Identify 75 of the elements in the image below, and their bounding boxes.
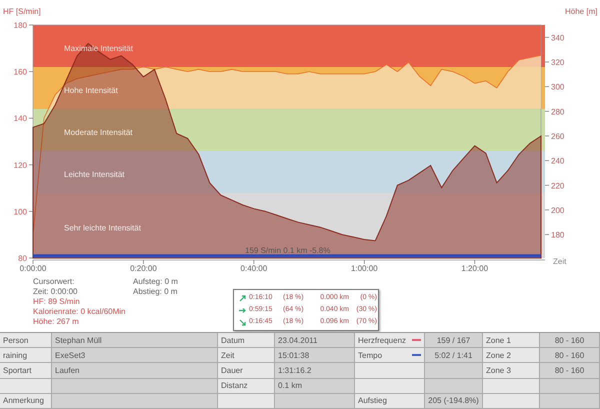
- arrow-down-icon: [239, 318, 246, 326]
- table-cell: Distanz: [218, 378, 275, 394]
- table-cell: raining: [0, 348, 52, 364]
- cursor-value: Höhe: 267 m: [33, 317, 80, 326]
- zone-label: Leichte Intensität: [64, 170, 124, 179]
- table-cell: 23.04.2011: [275, 333, 355, 348]
- cursor-value: Cursorwert:: [33, 277, 76, 286]
- table-cell: 5:02 / 1:41: [425, 348, 483, 364]
- table-cell: [355, 378, 425, 394]
- cursor-value: Kalorienrate: 0 kcal/60Min: [33, 307, 126, 316]
- tick-label: 200: [551, 206, 564, 215]
- table-cell: 159 / 167: [425, 333, 483, 348]
- tick-label: 0:40:00: [240, 264, 268, 273]
- tick-label: 280: [551, 107, 564, 116]
- table-cell: 1:31:16.2: [275, 363, 355, 379]
- arrow-right-icon: [239, 306, 246, 314]
- cursor-value: Abstieg: 0 m: [133, 287, 178, 296]
- tick-label: 320: [551, 58, 564, 67]
- table-cell: 80 - 160: [540, 348, 600, 364]
- zone-label: Sehr leichte Intensität: [64, 223, 141, 232]
- table-cell: [0, 378, 52, 394]
- tick-label: 1:20:00: [461, 264, 488, 273]
- tick-label: 340: [551, 33, 564, 42]
- table-cell: [483, 378, 540, 394]
- table-cell: Dauer: [218, 363, 275, 379]
- table-cell: Laufen: [52, 363, 218, 379]
- tick-label: 1:00:00: [350, 264, 378, 273]
- tick-label: 80: [18, 254, 27, 263]
- axis-title: HF [S/min]: [3, 7, 41, 16]
- tick-label: 120: [14, 160, 27, 170]
- arrow-up-icon: [239, 294, 246, 302]
- tick-label: 0:20:00: [130, 264, 157, 273]
- cursor-value: HF: 89 S/min: [33, 297, 81, 306]
- table-cell: [425, 363, 483, 379]
- table-cell: [218, 394, 275, 409]
- table-cell: 80 - 160: [540, 363, 600, 379]
- zone-label: Hohe Intensität: [64, 86, 118, 95]
- table-cell: 15:01:38: [275, 348, 355, 364]
- axis-title: Zeit: [553, 257, 566, 266]
- table-cell: Tempo: [355, 348, 425, 364]
- table-cell: Zone 2: [483, 348, 540, 364]
- table-cell: [483, 394, 540, 409]
- table-cell: Stephan Müll: [52, 333, 218, 348]
- table-cell: Anmerkung: [0, 394, 52, 409]
- table-cell: Aufstieg: [355, 394, 425, 409]
- table-cell: [540, 378, 600, 394]
- tick-label: 140: [14, 114, 27, 124]
- table-cell: [540, 394, 600, 409]
- tick-label: 0:00:00: [20, 264, 46, 273]
- table-cell: Herzfrequenz: [355, 333, 425, 348]
- table-cell: [355, 363, 425, 379]
- table-cell: Zone 1: [483, 333, 540, 348]
- axis-title: Höhe [m]: [565, 7, 598, 16]
- table-cell: ExeSet3: [52, 348, 218, 364]
- tick-label: 220: [551, 181, 564, 190]
- tick-label: 180: [14, 21, 27, 30]
- tick-label: 100: [14, 207, 27, 216]
- table-cell: Zone 3: [483, 363, 540, 379]
- table-cell: 0.1 km: [275, 378, 355, 394]
- table-cell: [425, 378, 483, 394]
- table-cell: 80 - 160: [540, 333, 600, 348]
- table-cell: 205 (-194.8%): [425, 394, 483, 409]
- tick-label: 160: [14, 68, 27, 77]
- tick-label: 260: [551, 132, 564, 141]
- table-cell: Datum: [218, 333, 275, 348]
- table-cell: Sportart: [0, 363, 52, 379]
- table-cell: Zeit: [218, 348, 275, 364]
- zone-label: Moderate Intensität: [64, 128, 132, 137]
- chart-annotation: 159 S/min 0.1 km -5.8%: [245, 246, 330, 255]
- cursor-value: Zeit: 0:00:00: [33, 287, 78, 296]
- tick-label: 300: [551, 82, 564, 92]
- tick-label: 240: [551, 156, 564, 166]
- tick-label: 180: [551, 230, 564, 240]
- cursor-value: Aufsteg: 0 m: [133, 277, 179, 286]
- table-cell: Person: [0, 333, 52, 348]
